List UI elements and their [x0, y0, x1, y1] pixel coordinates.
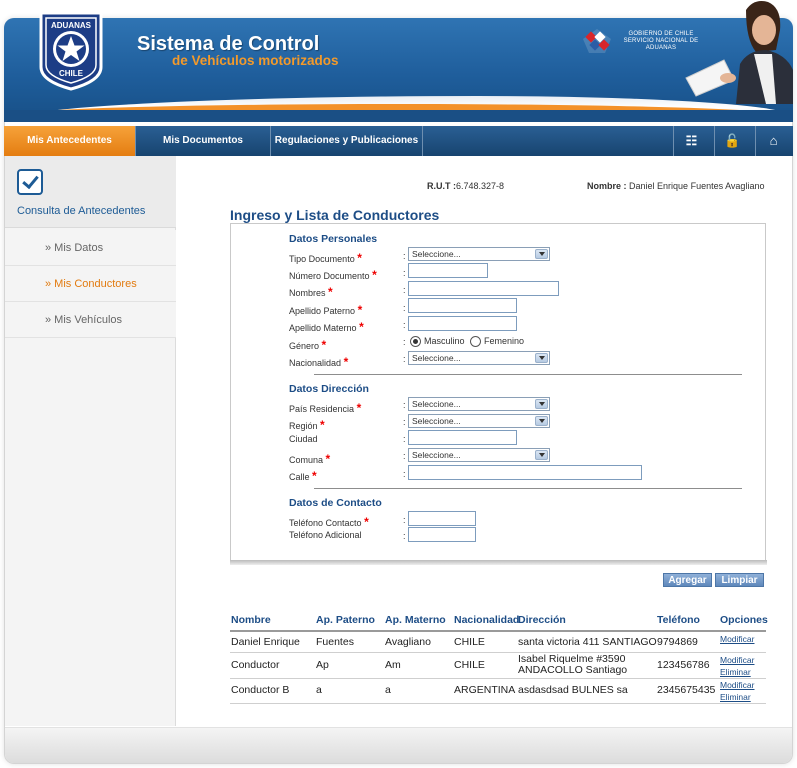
user-name-info: Nombre : Daniel Enrique Fuentes Avaglian… — [587, 181, 764, 191]
name-value: Daniel Enrique Fuentes Avagliano — [629, 181, 765, 191]
aduanas-logo: ADUANAS CHILE — [39, 11, 103, 91]
sidebar-item-mis-datos[interactable]: » Mis Datos — [5, 230, 176, 266]
sidebar-item-mis-conductores[interactable]: » Mis Conductores — [5, 266, 176, 302]
label-femenino: Femenino — [484, 336, 525, 346]
label-nombres: Nombres * — [289, 285, 333, 299]
radio-femenino[interactable] — [470, 336, 481, 347]
chevron-down-icon — [535, 353, 548, 363]
label-telefono-adicional: Teléfono Adicional — [289, 530, 362, 540]
nacionalidad-select[interactable]: Seleccione... — [408, 351, 550, 365]
gov-chile-logo — [583, 29, 611, 53]
genero-radio-group: Masculino Femenino — [410, 336, 530, 348]
rut-value: 6.748.327-8 — [456, 181, 505, 191]
header-photo-woman — [685, 1, 793, 104]
section-datos-direccion: Datos Dirección — [289, 383, 369, 395]
label-telefono-contacto: Teléfono Contacto * — [289, 515, 369, 529]
divider — [314, 488, 742, 489]
lock-icon[interactable]: 🔓 — [714, 126, 750, 156]
main-nav: Mis Antecedentes Mis Documentos Regulaci… — [4, 126, 793, 156]
checkbox-icon — [17, 169, 43, 195]
telefono-adicional-input[interactable] — [408, 527, 476, 542]
label-nacionalidad: Nacionalidad * — [289, 355, 349, 369]
label-pais-residencia: País Residencia * — [289, 401, 362, 415]
sidebar-header: Consulta de Antecedentes — [5, 156, 176, 228]
name-label: Nombre : — [587, 181, 627, 191]
eliminar-link[interactable]: Eliminar — [720, 692, 751, 702]
rut-label: R.U.T : — [427, 181, 456, 191]
radio-masculino[interactable] — [410, 336, 421, 347]
label-masculino: Masculino — [424, 336, 465, 346]
agregar-button[interactable]: Agregar — [663, 573, 712, 587]
footer-bar — [5, 727, 792, 763]
nav-mis-documentos[interactable]: Mis Documentos — [136, 126, 271, 156]
label-comuna: Comuna * — [289, 452, 331, 466]
header-blue-band — [4, 110, 793, 122]
divider — [314, 374, 742, 375]
nav-regulaciones[interactable]: Regulaciones y Publicaciones — [271, 126, 423, 156]
logo-text-top: ADUANAS — [51, 21, 92, 30]
sidebar-title: Consulta de Antecedentes — [17, 205, 146, 217]
col-header-nacionalidad: Nacionalidad — [454, 614, 520, 626]
label-region: Región * — [289, 418, 325, 432]
app-subtitle: de Vehículos motorizados — [172, 53, 339, 68]
tipo-documento-select[interactable]: Seleccione... — [408, 247, 550, 261]
label-numero-documento: Número Documento * — [289, 268, 377, 282]
chevron-down-icon — [535, 450, 548, 460]
apellido-paterno-input[interactable] — [408, 298, 517, 313]
chevron-down-icon — [535, 399, 548, 409]
comuna-select[interactable]: Seleccione... — [408, 448, 550, 462]
table-header-line — [230, 630, 766, 632]
page-title: Ingreso y Lista de Conductores — [230, 207, 440, 223]
col-header-telefono: Teléfono — [657, 614, 700, 626]
logo-text-bottom: CHILE — [59, 69, 84, 78]
sidebar: Consulta de Antecedentes » Mis Datos » M… — [5, 156, 176, 726]
limpiar-button[interactable]: Limpiar — [715, 573, 764, 587]
label-tipo-documento: Tipo Documento * — [289, 251, 362, 265]
modificar-link[interactable]: Modificar — [720, 655, 754, 665]
label-apellido-materno: Apellido Materno * — [289, 320, 364, 334]
calle-input[interactable] — [408, 465, 642, 480]
apellido-materno-input[interactable] — [408, 316, 517, 331]
col-header-direccion: Dirección — [518, 614, 566, 626]
ciudad-input[interactable] — [408, 430, 517, 445]
chevron-down-icon — [535, 416, 548, 426]
nav-mis-antecedentes[interactable]: Mis Antecedentes — [4, 126, 136, 156]
label-genero: Género * — [289, 338, 327, 352]
modificar-link[interactable]: Modificar — [720, 634, 754, 644]
sidebar-item-mis-vehiculos[interactable]: » Mis Vehículos — [5, 302, 176, 338]
home-icon[interactable]: ⌂ — [755, 126, 791, 156]
pais-residencia-select[interactable]: Seleccione... — [408, 397, 550, 411]
modificar-link[interactable]: Modificar — [720, 680, 754, 690]
col-header-ap-paterno: Ap. Paterno — [316, 614, 375, 626]
section-datos-personales: Datos Personales — [289, 233, 378, 245]
book-icon[interactable]: ☷ — [673, 126, 709, 156]
label-calle: Calle * — [289, 469, 317, 483]
col-header-opciones: Opciones — [720, 614, 768, 626]
col-header-nombre: Nombre — [231, 614, 271, 626]
eliminar-link[interactable]: Eliminar — [720, 667, 751, 677]
telefono-contacto-input[interactable] — [408, 511, 476, 526]
rut-info: R.U.T :6.748.327-8 — [427, 181, 504, 191]
region-select[interactable]: Seleccione... — [408, 414, 550, 428]
label-apellido-paterno: Apellido Paterno * — [289, 303, 363, 317]
chevron-down-icon — [535, 249, 548, 259]
section-datos-contacto: Datos de Contacto — [289, 497, 382, 509]
col-header-ap-materno: Ap. Materno — [385, 614, 446, 626]
label-ciudad: Ciudad — [289, 434, 318, 444]
nombres-input[interactable] — [408, 281, 559, 296]
numero-documento-input[interactable] — [408, 263, 488, 278]
